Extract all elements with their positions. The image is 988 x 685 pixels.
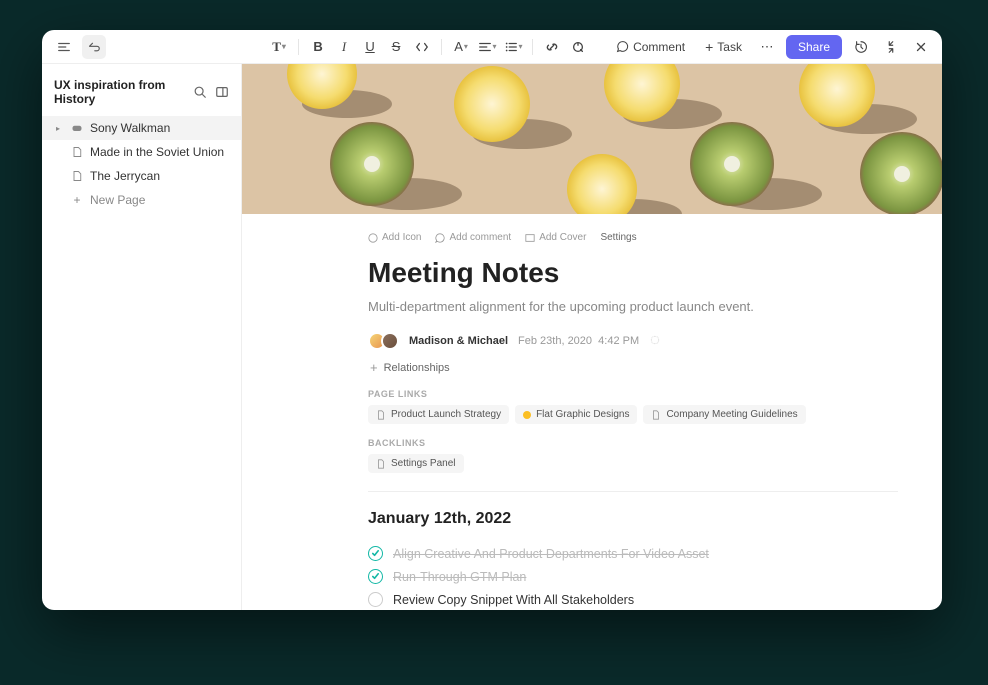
more-button[interactable]: ⋯ bbox=[756, 36, 778, 58]
menu-icon[interactable] bbox=[52, 35, 76, 59]
page-links-label: PAGE LINKS bbox=[368, 389, 898, 399]
new-page-button[interactable]: + New Page bbox=[42, 188, 241, 212]
app-window: T▾ B I U S A▾ ▾ ▾ Comment +Task ⋯ Share bbox=[42, 30, 942, 610]
add-comment-button[interactable]: Add comment bbox=[435, 232, 511, 243]
strikethrough-button[interactable]: S bbox=[385, 36, 407, 58]
plus-icon: + bbox=[370, 360, 378, 375]
page-link-chip[interactable]: Flat Graphic Designs bbox=[515, 405, 637, 424]
todo-text: Run-Through GTM Plan bbox=[393, 570, 526, 584]
plus-icon: + bbox=[70, 193, 84, 207]
checkbox-unchecked[interactable] bbox=[368, 592, 383, 607]
settings-gear-icon[interactable] bbox=[649, 334, 661, 349]
underline-button[interactable]: U bbox=[359, 36, 381, 58]
avatar bbox=[381, 332, 399, 350]
collapse-icon[interactable] bbox=[880, 36, 902, 58]
sidebar-item-label: Sony Walkman bbox=[90, 121, 170, 135]
todo-item[interactable]: Review Copy Snippet With All Stakeholder… bbox=[368, 588, 898, 610]
sidebar-item-label: The Jerrycan bbox=[90, 169, 160, 183]
main-content: Add Icon Add comment Add Cover Settings … bbox=[242, 64, 942, 610]
divider bbox=[368, 491, 898, 492]
sidebar-title: UX inspiration from History bbox=[54, 78, 193, 106]
add-icon-button[interactable]: Add Icon bbox=[368, 232, 421, 243]
checkbox-checked[interactable] bbox=[368, 569, 383, 584]
doc-icon bbox=[70, 170, 84, 182]
sidebar: UX inspiration from History ▸ Sony Walkm… bbox=[42, 64, 242, 610]
sidebar-item-jerrycan[interactable]: The Jerrycan bbox=[42, 164, 241, 188]
list-button[interactable]: ▾ bbox=[502, 36, 524, 58]
embed-button[interactable] bbox=[567, 36, 589, 58]
sidebar-item-label: New Page bbox=[90, 193, 145, 207]
share-button[interactable]: Share bbox=[786, 35, 842, 59]
code-button[interactable] bbox=[411, 36, 433, 58]
bold-button[interactable]: B bbox=[307, 36, 329, 58]
todo-text: Review Copy Snippet With All Stakeholder… bbox=[393, 593, 634, 607]
author-avatars[interactable] bbox=[368, 332, 399, 350]
page-date: Feb 23th, 2020 4:42 PM bbox=[518, 335, 639, 347]
close-icon[interactable] bbox=[910, 36, 932, 58]
page-subtitle[interactable]: Multi-department alignment for the upcom… bbox=[368, 299, 898, 314]
doc-icon bbox=[70, 146, 84, 158]
add-cover-button[interactable]: Add Cover bbox=[525, 232, 586, 243]
sidebar-item-soviet[interactable]: Made in the Soviet Union bbox=[42, 140, 241, 164]
sidebar-item-walkman[interactable]: ▸ Sony Walkman bbox=[42, 116, 241, 140]
sidebar-item-label: Made in the Soviet Union bbox=[90, 145, 224, 159]
author-names[interactable]: Madison & Michael bbox=[409, 335, 508, 347]
relationships-button[interactable]: + Relationships bbox=[368, 360, 898, 375]
settings-button[interactable]: Settings bbox=[600, 232, 636, 243]
comment-button[interactable]: Comment bbox=[610, 37, 691, 57]
todo-text: Align Creative And Product Departments F… bbox=[393, 547, 709, 561]
task-button[interactable]: +Task bbox=[699, 36, 748, 58]
todo-item[interactable]: Run-Through GTM Plan bbox=[368, 565, 898, 588]
topbar: T▾ B I U S A▾ ▾ ▾ Comment +Task ⋯ Share bbox=[42, 30, 942, 64]
text-color-button[interactable]: A▾ bbox=[450, 36, 472, 58]
page-title[interactable]: Meeting Notes bbox=[368, 257, 898, 289]
gamepad-icon bbox=[70, 122, 84, 134]
link-button[interactable] bbox=[541, 36, 563, 58]
history-icon[interactable] bbox=[850, 36, 872, 58]
panel-icon[interactable] bbox=[215, 85, 229, 99]
todo-item[interactable]: Align Creative And Product Departments F… bbox=[368, 542, 898, 565]
text-style-button[interactable]: T▾ bbox=[268, 36, 290, 58]
cover-image[interactable] bbox=[242, 64, 942, 214]
checkbox-checked[interactable] bbox=[368, 546, 383, 561]
back-button[interactable] bbox=[82, 35, 106, 59]
backlinks-label: BACKLINKS bbox=[368, 438, 898, 448]
italic-button[interactable]: I bbox=[333, 36, 355, 58]
align-button[interactable]: ▾ bbox=[476, 36, 498, 58]
date-heading[interactable]: January 12th, 2022 bbox=[368, 510, 898, 528]
page-link-chip[interactable]: Product Launch Strategy bbox=[368, 405, 509, 424]
search-icon[interactable] bbox=[193, 85, 207, 99]
page-link-chip[interactable]: Company Meeting Guidelines bbox=[643, 405, 805, 424]
backlink-chip[interactable]: Settings Panel bbox=[368, 454, 464, 473]
dot-icon bbox=[523, 411, 531, 419]
chevron-right-icon[interactable]: ▸ bbox=[56, 124, 64, 133]
